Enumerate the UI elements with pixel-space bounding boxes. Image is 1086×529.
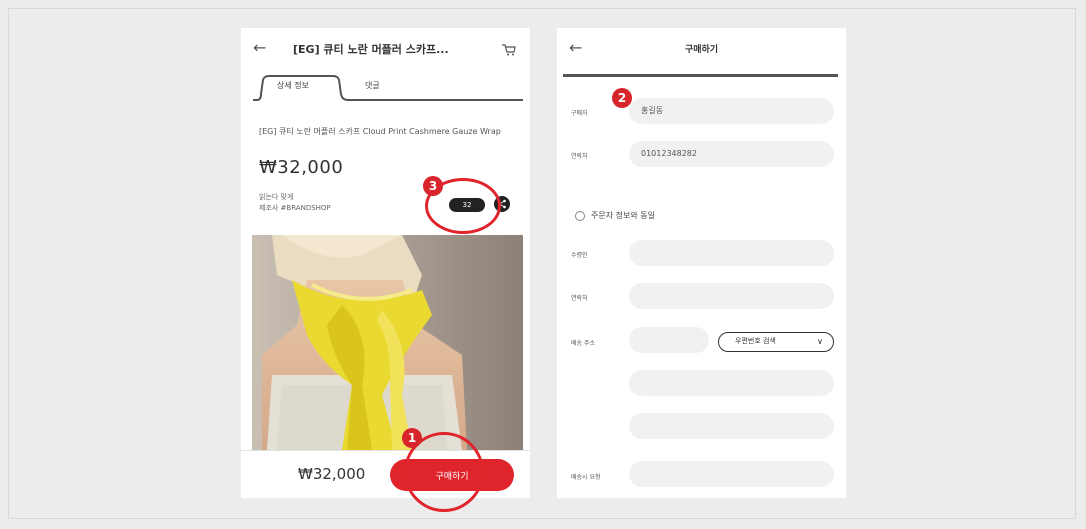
- recipient-phone-field[interactable]: [629, 283, 834, 309]
- address-line1-field[interactable]: [629, 370, 834, 396]
- figure-frame: [8, 8, 1076, 519]
- back-arrow-icon[interactable]: ←: [253, 38, 266, 57]
- buyer-phone-label: 연락처: [571, 153, 588, 160]
- address-label: 배송 주소: [571, 340, 595, 347]
- header-divider: [563, 74, 838, 77]
- buyer-phone-field[interactable]: 01012348282: [629, 141, 834, 167]
- product-photo: [252, 235, 523, 450]
- product-detail-screen: ← [EG] 큐티 노란 머플러 스카프... 상세 정보 댓글 [EG] 큐티…: [241, 28, 530, 498]
- detail-tabs: 상세 정보 댓글: [253, 74, 523, 102]
- step-badge-3: 3: [423, 176, 443, 196]
- purchase-bar: ₩32,000 구매하기: [241, 450, 530, 498]
- product-meta-rating: 읽는다 맞게: [259, 193, 294, 201]
- chevron-down-icon: ∨: [817, 337, 823, 346]
- checkout-screen: ← 구매하기 구매자 홍길동 연락처 01012348282 주문자 정보와 동…: [557, 28, 846, 498]
- bottom-price: ₩32,000: [298, 465, 366, 483]
- tab-comments[interactable]: 댓글: [365, 80, 380, 91]
- zipcode-field[interactable]: [629, 327, 709, 353]
- delivery-request-field[interactable]: [629, 461, 834, 487]
- zipcode-search-label: 우편번호 검색: [735, 337, 776, 345]
- recipient-field[interactable]: [629, 240, 834, 266]
- zipcode-search-button[interactable]: 우편번호 검색 ∨: [718, 332, 834, 352]
- recipient-label: 수령인: [571, 252, 588, 259]
- step-badge-2: 2: [612, 88, 632, 108]
- product-title: [EG] 큐티 노란 머플러 스카프...: [293, 43, 449, 56]
- product-header: ← [EG] 큐티 노란 머플러 스카프...: [241, 28, 530, 68]
- recipient-phone-label: 연락처: [571, 295, 588, 302]
- same-as-buyer-option[interactable]: 주문자 정보와 동일: [575, 210, 655, 221]
- radio-icon[interactable]: [575, 210, 585, 221]
- address-line2-field[interactable]: [629, 413, 834, 439]
- buyer-label: 구매자: [571, 110, 588, 117]
- cart-icon[interactable]: [502, 41, 516, 60]
- same-as-buyer-label: 주문자 정보와 동일: [591, 211, 655, 220]
- product-name: [EG] 큐티 노란 머플러 스카프 Cloud Print Cashmere …: [259, 127, 501, 136]
- product-meta-seller: 제조사 #BRANDSHOP: [259, 204, 331, 212]
- product-price: ₩32,000: [259, 157, 344, 178]
- checkout-title: 구매하기: [684, 45, 719, 55]
- buyer-name-field[interactable]: 홍길동: [629, 98, 834, 124]
- step-badge-1: 1: [402, 428, 422, 448]
- tab-details[interactable]: 상세 정보: [277, 80, 309, 91]
- delivery-request-label: 배송시 요청: [571, 474, 601, 481]
